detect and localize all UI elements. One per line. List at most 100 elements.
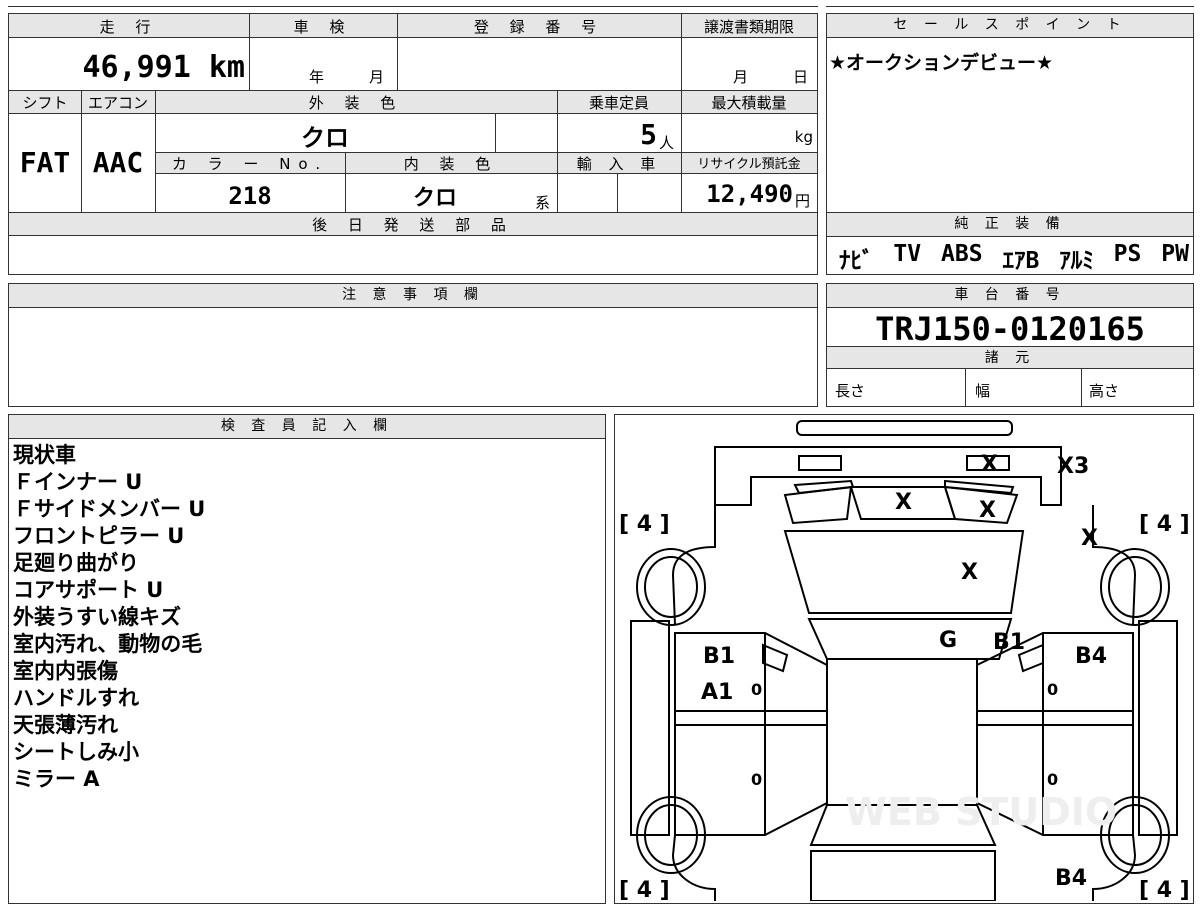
- grid-line: [617, 174, 618, 212]
- transfer-day-label: 日: [793, 68, 809, 86]
- grid-line: [557, 90, 558, 212]
- sales-point-label: セ ー ル ス ポ イ ン ト: [827, 14, 1193, 38]
- registration-label: 登 録 番 号: [473, 18, 605, 36]
- grid-line: [397, 14, 398, 90]
- inspector-box: 検 査 員 記 入 欄 現状車 Ｆインナー U Ｆサイドメンバー U フロントピ…: [8, 414, 606, 904]
- grid-line: [249, 14, 250, 90]
- inspector-note: コアサポート U: [13, 578, 164, 602]
- damage-mark: B4: [1075, 644, 1107, 669]
- damage-mark: G: [939, 628, 957, 653]
- later-parts-label: 後 日 発 送 部 品: [312, 216, 514, 234]
- interior-color-suffix: 系: [535, 194, 551, 212]
- exterior-color-label: 外 装 色: [308, 94, 404, 112]
- grid-line: [9, 212, 817, 213]
- inspector-note: 室内内張傷: [13, 659, 118, 683]
- damage-mark: X: [981, 452, 998, 477]
- damage-mark: X: [1081, 526, 1098, 551]
- equipment-item-alloy: ｱﾙﾐ: [1059, 248, 1094, 274]
- inspector-note: ミラー A: [13, 767, 100, 791]
- tire-label-rear-left: [ 4 ]: [619, 878, 670, 901]
- import-label: 輸 入 車: [576, 155, 662, 173]
- shift-label: シフト: [22, 94, 68, 112]
- recycle-label: リサイクル預託金: [697, 157, 801, 172]
- car-diagram: [ 4 ] [ 4 ] [ 4 ] [ 4 ] X X3 X X X X G B…: [619, 420, 1190, 901]
- inspector-label: 検 査 員 記 入 欄: [9, 415, 605, 439]
- damage-mark: X: [895, 490, 912, 515]
- damage-diagram-box: [ 4 ] [ 4 ] [ 4 ] [ 4 ] X X3 X X X X G B…: [614, 414, 1194, 904]
- damage-mark: X: [979, 498, 996, 523]
- damage-mark: B4: [1055, 866, 1087, 891]
- tire-label-rear-right: [ 4 ]: [1139, 878, 1190, 901]
- specs-label: 諸 元: [827, 346, 1193, 369]
- equipment-label: 純 正 装 備: [827, 213, 1193, 237]
- equipment-item-navi: ﾅﾋﾞ: [839, 248, 874, 274]
- ac-value: AAC: [92, 146, 144, 179]
- inspection-month-label: 月: [369, 68, 385, 86]
- sales-point-text: ★オークションデビュー★: [829, 52, 1054, 74]
- inspector-note: 天張薄汚れ: [13, 713, 118, 737]
- grid-line: [155, 90, 156, 212]
- small-zero: 0: [1047, 680, 1058, 699]
- recycle-value: 12,490: [706, 180, 793, 208]
- damage-mark: X: [961, 560, 978, 585]
- equipment-item-tv: TV: [893, 241, 922, 267]
- grid-line: [495, 114, 496, 152]
- equipment-item-airbag: ｴｱB: [1002, 248, 1040, 274]
- inspection-year-label: 年: [309, 68, 325, 86]
- inspector-note: 室内汚れ、動物の毛: [13, 632, 203, 656]
- inspection-label: 車 検: [293, 18, 353, 36]
- inspector-note: 足廻り曲がり: [13, 551, 139, 575]
- equipment-box: 純 正 装 備 ﾅﾋﾞ TV ABS ｴｱB ｱﾙﾐ PS PW: [826, 212, 1194, 275]
- grid-line: [681, 14, 682, 212]
- damage-mark: B1: [703, 644, 735, 669]
- equipment-item-ps: PS: [1113, 241, 1142, 267]
- small-zero: 0: [1047, 770, 1058, 789]
- chassis-box: 車 台 番 号 TRJ150-0120165 諸 元 長さ 幅 高さ: [826, 283, 1194, 407]
- small-zero: 0: [751, 770, 762, 789]
- grid-line: [155, 152, 817, 153]
- damage-mark: X3: [1057, 454, 1089, 479]
- inspector-note: 現状車: [13, 443, 76, 467]
- grid-line: [81, 90, 82, 212]
- damage-mark: A1: [701, 680, 733, 705]
- grid-line: [1081, 369, 1082, 407]
- inspector-note: シートしみ小: [13, 740, 139, 764]
- tire-label-front-left: [ 4 ]: [619, 512, 670, 537]
- inspector-note: Ｆサイドメンバー U: [13, 497, 206, 521]
- notes-box: 注 意 事 項 欄: [8, 283, 818, 407]
- grid-line: [965, 369, 966, 407]
- transfer-month-label: 月: [733, 68, 749, 86]
- chassis-number: TRJ150-0120165: [875, 310, 1145, 348]
- equipment-item-abs: ABS: [941, 241, 983, 267]
- interior-color-value: クロ: [412, 186, 457, 211]
- mileage-label: 走 行: [99, 18, 159, 36]
- length-label: 長さ: [835, 382, 866, 400]
- mileage-value: 46,991 km: [82, 50, 245, 85]
- small-zero: 0: [751, 680, 762, 699]
- spec-table: 走 行 車 検 登 録 番 号 譲渡書類期限 46,991 km 年 月 月 日…: [8, 13, 818, 275]
- grid-line: [345, 152, 346, 212]
- watermark: WEB STUDIO: [845, 790, 1117, 834]
- inspector-notes: 現状車 Ｆインナー U Ｆサイドメンバー U フロントピラー U 足廻り曲がり …: [13, 442, 205, 793]
- sales-point-box: セ ー ル ス ポ イ ン ト ★オークションデビュー★: [826, 13, 1194, 213]
- damage-mark: B1: [993, 630, 1025, 655]
- exterior-color-value: クロ: [301, 124, 349, 152]
- capacity-label: 乗車定員: [588, 94, 649, 112]
- max-load-unit: kg: [794, 128, 813, 146]
- color-no-value: 218: [228, 182, 272, 210]
- capacity-value: 5: [640, 118, 657, 151]
- ac-label: エアコン: [87, 94, 148, 112]
- transfer-deadline-label: 譲渡書類期限: [703, 18, 794, 36]
- max-load-label: 最大積載量: [711, 94, 787, 112]
- inspector-note: ハンドルすれ: [13, 686, 139, 710]
- capacity-unit: 人: [659, 134, 675, 152]
- tire-label-front-right: [ 4 ]: [1139, 512, 1190, 537]
- height-label: 高さ: [1089, 382, 1120, 400]
- inspector-note: 外装うすい線キズ: [13, 605, 181, 629]
- top-border-right: [826, 6, 1194, 7]
- shift-value: FAT: [19, 146, 71, 179]
- inspector-note: Ｆインナー U: [13, 470, 143, 494]
- chassis-label: 車 台 番 号: [827, 284, 1193, 308]
- recycle-unit: 円: [795, 192, 811, 210]
- notes-label: 注 意 事 項 欄: [9, 284, 817, 308]
